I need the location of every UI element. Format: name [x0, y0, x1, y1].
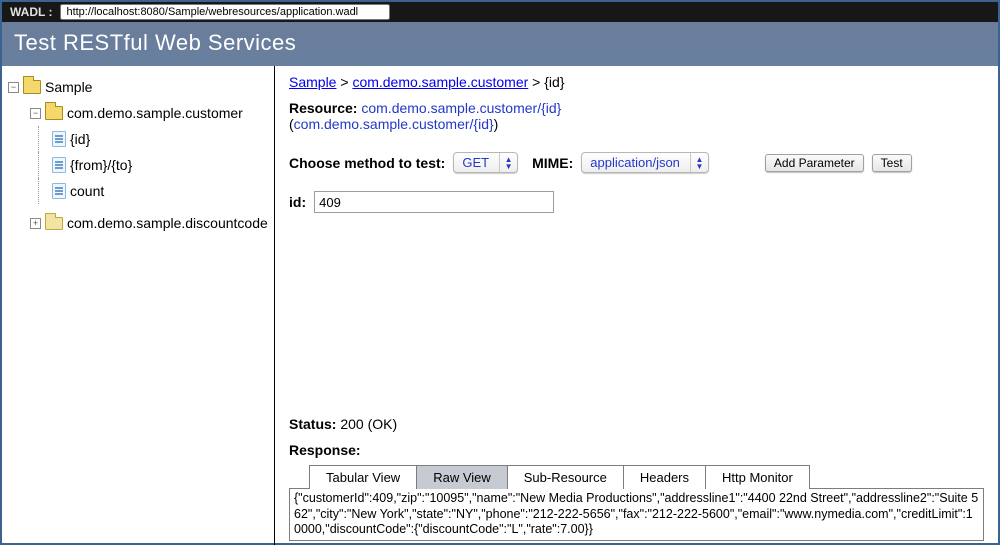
id-label: id:	[289, 194, 306, 210]
choose-method-label: Choose method to test:	[289, 155, 445, 171]
select-arrows-icon: ▲▼	[499, 153, 517, 172]
tree-label: {from}/{to}	[70, 152, 132, 178]
id-input[interactable]	[314, 191, 554, 213]
tree-label: com.demo.sample.discountcode	[67, 210, 268, 236]
id-row: id:	[289, 191, 984, 213]
tree-node-customer[interactable]: − com.demo.sample.customer	[30, 100, 270, 126]
method-select[interactable]: GET ▲▼	[453, 152, 518, 173]
tree-label: Sample	[45, 74, 92, 100]
document-icon	[52, 131, 66, 147]
add-parameter-button[interactable]: Add Parameter	[765, 154, 864, 172]
mime-select-value: application/json	[582, 155, 690, 170]
tab-tabular-view[interactable]: Tabular View	[309, 465, 417, 489]
wadl-label: WADL :	[10, 5, 52, 19]
status-label: Status:	[289, 416, 336, 432]
main-pane: Sample > com.demo.sample.customer > {id}…	[275, 66, 998, 545]
tree-node-discountcode[interactable]: + com.demo.sample.discountcode	[30, 210, 270, 236]
breadcrumb-link[interactable]: com.demo.sample.customer	[352, 74, 528, 90]
folder-closed-icon	[45, 217, 63, 230]
tree-leaf-count[interactable]: count	[52, 178, 270, 204]
toggle-icon[interactable]: +	[30, 218, 41, 229]
tab-sub-resource[interactable]: Sub-Resource	[507, 465, 624, 489]
test-button[interactable]: Test	[872, 154, 912, 172]
app-frame: WADL : Test RESTful Web Services − Sampl…	[0, 0, 1000, 545]
select-arrows-icon: ▲▼	[690, 153, 708, 172]
raw-response-box[interactable]: {"customerId":409,"zip":"10095","name":"…	[289, 488, 984, 541]
tree-label: com.demo.sample.customer	[67, 100, 243, 126]
document-icon	[52, 183, 66, 199]
title-bar: Test RESTful Web Services	[2, 22, 998, 66]
tree-label: count	[70, 178, 104, 204]
folder-open-icon	[23, 80, 41, 94]
breadcrumb-current: {id}	[544, 74, 564, 90]
resource-label: Resource:	[289, 100, 357, 116]
resource-link-paren[interactable]: com.demo.sample.customer/{id}	[294, 116, 494, 132]
response-tabs: Tabular View Raw View Sub-Resource Heade…	[309, 464, 984, 488]
tree-leaf-id[interactable]: {id}	[52, 126, 270, 152]
document-icon	[52, 157, 66, 173]
method-row: Choose method to test: GET ▲▼ MIME: appl…	[289, 152, 984, 173]
breadcrumb-sep: >	[532, 74, 544, 90]
wadl-url-input[interactable]	[60, 4, 390, 20]
tree-leaf-from-to[interactable]: {from}/{to}	[52, 152, 270, 178]
page-title: Test RESTful Web Services	[14, 30, 986, 56]
mime-select[interactable]: application/json ▲▼	[581, 152, 709, 173]
tab-headers[interactable]: Headers	[623, 465, 706, 489]
tree-label: {id}	[70, 126, 90, 152]
toggle-icon[interactable]: −	[8, 82, 19, 93]
tab-http-monitor[interactable]: Http Monitor	[705, 465, 810, 489]
breadcrumb-sep: >	[340, 74, 352, 90]
status-value: 200 (OK)	[340, 416, 397, 432]
method-select-value: GET	[454, 155, 499, 170]
tab-raw-view[interactable]: Raw View	[416, 465, 508, 489]
status-block: Status: 200 (OK) Response: Tabular View …	[289, 396, 984, 545]
resource-line: Resource: com.demo.sample.customer/{id} …	[289, 100, 984, 132]
resource-tree: − Sample − com.demo.sample.customer	[2, 66, 275, 545]
response-label: Response:	[289, 442, 984, 458]
breadcrumb: Sample > com.demo.sample.customer > {id}	[289, 74, 984, 100]
wadl-bar: WADL :	[2, 2, 998, 22]
mime-label: MIME:	[532, 155, 573, 171]
resource-link[interactable]: com.demo.sample.customer/{id}	[361, 100, 561, 116]
breadcrumb-link[interactable]: Sample	[289, 74, 336, 90]
workspace: − Sample − com.demo.sample.customer	[2, 66, 998, 545]
tree-node-sample[interactable]: − Sample	[8, 74, 270, 100]
folder-open-icon	[45, 106, 63, 120]
status-line: Status: 200 (OK)	[289, 416, 984, 432]
toggle-icon[interactable]: −	[30, 108, 41, 119]
